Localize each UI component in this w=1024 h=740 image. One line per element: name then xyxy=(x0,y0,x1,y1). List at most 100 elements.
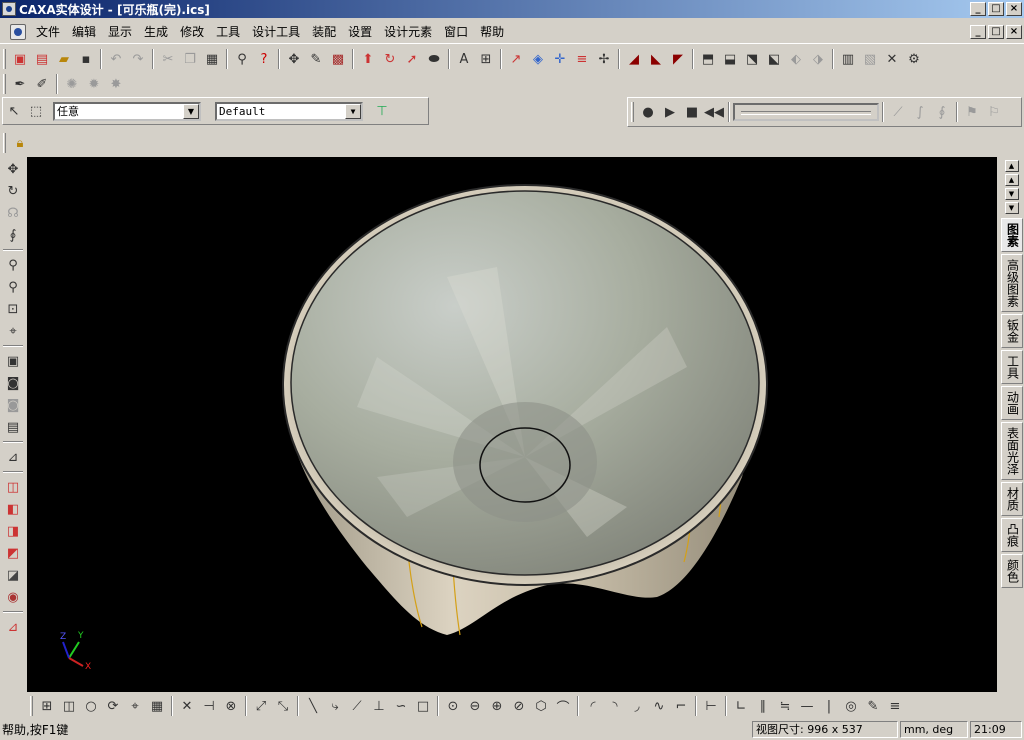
rewind-icon[interactable]: ◀◀ xyxy=(703,101,725,123)
undo-icon[interactable]: ↶ xyxy=(105,48,127,70)
tab-sheet-metal[interactable]: 钣金 xyxy=(1000,314,1023,348)
settings-icon[interactable]: ⚙ xyxy=(903,48,925,70)
arc-tangent-icon[interactable]: ◝ xyxy=(604,695,626,717)
design-library-icon[interactable]: ▩ xyxy=(327,48,349,70)
loft-icon[interactable]: ⬬ xyxy=(423,48,445,70)
configuration-select[interactable]: Default ▼ xyxy=(215,101,363,121)
tangent-icon[interactable]: ⟳ xyxy=(102,695,124,717)
maximize-button[interactable]: □ xyxy=(988,2,1004,16)
circle-center-icon[interactable]: ⊙ xyxy=(442,695,464,717)
copy-icon[interactable]: ❐ xyxy=(179,48,201,70)
menu-design-elements[interactable]: 设计元素 xyxy=(378,20,438,44)
light-icon[interactable]: ✺ xyxy=(61,73,83,95)
paste-icon[interactable]: ▦ xyxy=(201,48,223,70)
path-icon[interactable]: ∫ xyxy=(909,101,931,123)
point-icon[interactable]: ✛ xyxy=(549,48,571,70)
smart-dimension-icon[interactable]: ⊞ xyxy=(475,48,497,70)
document-icon[interactable] xyxy=(10,23,26,40)
cut-icon[interactable]: ✂ xyxy=(157,48,179,70)
selection-filter-select[interactable]: 任意 ▼ xyxy=(53,101,201,121)
find-icon[interactable]: ⚲ xyxy=(231,48,253,70)
table-icon[interactable]: ⊞ xyxy=(36,695,58,717)
fillet-icon[interactable]: ◢ xyxy=(623,48,645,70)
tab-colors[interactable]: 颜色 xyxy=(1000,554,1023,588)
select-arrow-icon[interactable]: ↖ xyxy=(3,100,25,122)
assembly-icon[interactable]: ▥ xyxy=(837,48,859,70)
split-icon[interactable]: ⬓ xyxy=(719,48,741,70)
save-icon[interactable]: ▪ xyxy=(75,48,97,70)
record-icon[interactable]: ● xyxy=(637,101,659,123)
tangent-line-icon[interactable]: ⟋ xyxy=(346,695,368,717)
pencil-icon[interactable]: ✎ xyxy=(862,695,884,717)
fillet-2d-icon[interactable]: ⌐ xyxy=(670,695,692,717)
walk-icon[interactable]: ☊ xyxy=(3,202,23,224)
menu-help[interactable]: 帮助 xyxy=(474,20,510,44)
pan-icon[interactable]: ✥ xyxy=(3,158,23,180)
constraint-icon[interactable]: ∟ xyxy=(730,695,752,717)
mirror-icon[interactable]: ⬕ xyxy=(763,48,785,70)
tab-prev-icon[interactable]: ▲ xyxy=(1004,174,1019,186)
vertical-icon[interactable]: | xyxy=(818,695,840,717)
target-icon[interactable]: ⌖ xyxy=(3,320,23,342)
menu-edit[interactable]: 编辑 xyxy=(66,20,102,44)
zoom-fit-icon[interactable]: ⊡ xyxy=(3,298,23,320)
draft-icon[interactable]: ⬗ xyxy=(807,48,829,70)
select-box-icon[interactable]: ⬚ xyxy=(25,100,47,122)
sketch-icon[interactable]: ✎ xyxy=(305,48,327,70)
eyedropper-icon[interactable]: ✒ xyxy=(9,73,31,95)
stop-icon[interactable]: ■ xyxy=(681,101,703,123)
surface-cut-icon[interactable]: ◩ xyxy=(3,542,23,564)
plane-icon[interactable]: ≡ xyxy=(571,48,593,70)
tab-animation[interactable]: 动画 xyxy=(1000,386,1023,420)
more-icon[interactable]: ≡ xyxy=(884,695,906,717)
tab-first-icon[interactable]: ▲ xyxy=(1004,160,1019,172)
open-folder-icon[interactable]: ▰ xyxy=(53,48,75,70)
rectangle-icon[interactable]: □ xyxy=(412,695,434,717)
menu-generate[interactable]: 生成 xyxy=(138,20,174,44)
extend-icon[interactable]: ⊗ xyxy=(220,695,242,717)
extrude-icon[interactable]: ⬆ xyxy=(357,48,379,70)
keyframe-icon[interactable]: ⟋ xyxy=(887,101,909,123)
shading-icon[interactable]: ◪ xyxy=(3,564,23,586)
menu-design-tools[interactable]: 设计工具 xyxy=(246,20,306,44)
section-icon[interactable]: ◧ xyxy=(3,498,23,520)
dynamic-rotate-icon[interactable]: ∮ xyxy=(3,224,23,246)
polyline-icon[interactable]: ⤷ xyxy=(324,695,346,717)
boolean-icon[interactable]: ⬒ xyxy=(697,48,719,70)
shell-icon[interactable]: ◤ xyxy=(667,48,689,70)
circle-2pt-icon[interactable]: ⊖ xyxy=(464,695,486,717)
parallel-icon[interactable]: ∥ xyxy=(752,695,774,717)
minimize-button[interactable]: _ xyxy=(970,2,986,16)
toolbar-grip[interactable] xyxy=(3,74,6,94)
sketch-plane-icon[interactable]: ◫ xyxy=(3,476,23,498)
offset-icon[interactable]: ⤢ xyxy=(250,695,272,717)
menu-settings[interactable]: 设置 xyxy=(342,20,378,44)
concentric-icon[interactable]: ◎ xyxy=(840,695,862,717)
project-icon[interactable]: ⤡ xyxy=(272,695,294,717)
camera-alt-icon[interactable]: ◙ xyxy=(3,394,23,416)
anim-properties-icon[interactable]: ⚐ xyxy=(983,101,1005,123)
sweep-icon[interactable]: ➚ xyxy=(401,48,423,70)
menu-file[interactable]: 文件 xyxy=(30,20,66,44)
arc-icon[interactable]: ⌒ xyxy=(552,695,574,717)
frame-icon[interactable]: ◫ xyxy=(58,695,80,717)
curve-edit-icon[interactable]: ∮ xyxy=(931,101,953,123)
play-icon[interactable]: ▶ xyxy=(659,101,681,123)
chevron-down-icon[interactable]: ▼ xyxy=(345,103,361,119)
tab-tools[interactable]: 工具 xyxy=(1000,350,1023,384)
close-button[interactable]: × xyxy=(1006,2,1022,16)
arc-3pt-icon[interactable]: ◜ xyxy=(582,695,604,717)
zoom-icon[interactable]: ⚲ xyxy=(3,254,23,276)
view-point-icon[interactable]: ▣ xyxy=(3,350,23,372)
ellipse-icon[interactable]: ⊘ xyxy=(508,695,530,717)
toolbar-grip[interactable] xyxy=(30,696,33,716)
curve-icon[interactable]: ↗ xyxy=(505,48,527,70)
line-icon[interactable]: ╲ xyxy=(302,695,324,717)
dimension-icon[interactable]: ⊿ xyxy=(3,616,23,638)
menu-tools[interactable]: 工具 xyxy=(210,20,246,44)
horizontal-icon[interactable]: — xyxy=(796,695,818,717)
tab-last-icon[interactable]: ▼ xyxy=(1004,202,1019,214)
context-help-icon[interactable]: ? xyxy=(253,48,275,70)
paint-icon[interactable]: ✐ xyxy=(31,73,53,95)
chevron-down-icon[interactable]: ▼ xyxy=(183,103,199,119)
